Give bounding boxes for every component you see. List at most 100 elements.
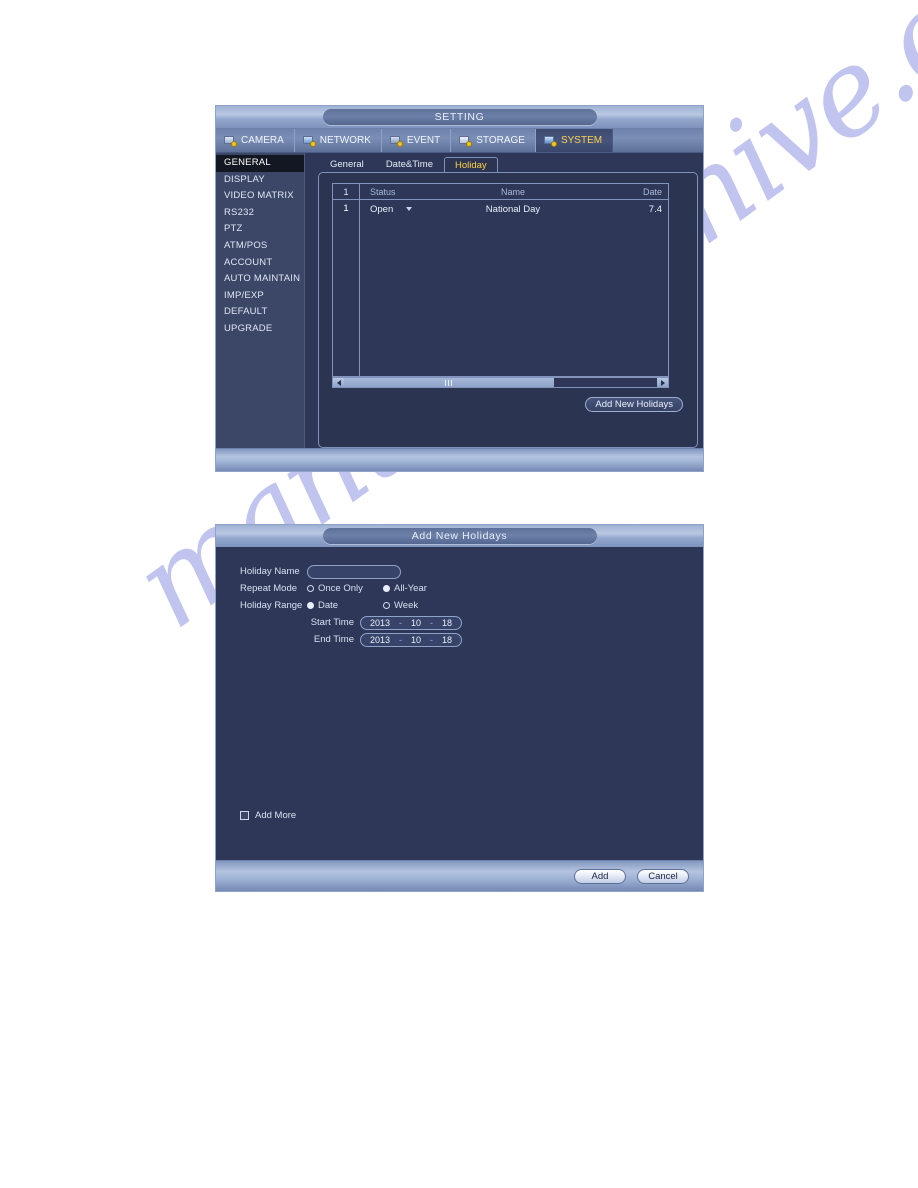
- radio-date[interactable]: Date: [307, 600, 383, 611]
- start-time-year[interactable]: 2013: [370, 618, 390, 628]
- sidebar-item-general[interactable]: GENERAL: [216, 155, 304, 172]
- sidebar-item-auto-maintain[interactable]: AUTO MAINTAIN: [216, 271, 304, 288]
- add-holidays-titlebar: Add New Holidays: [216, 525, 703, 548]
- sidebar-item-imp-exp[interactable]: IMP/EXP: [216, 288, 304, 305]
- camera-gear-icon: [224, 135, 237, 147]
- sidebar-item-default[interactable]: DEFAULT: [216, 304, 304, 321]
- holiday-range-label: Holiday Range: [240, 600, 303, 611]
- column-header-status: Status: [370, 186, 396, 197]
- tab-storage[interactable]: STORAGE: [451, 129, 536, 152]
- sidebar-item-account[interactable]: ACCOUNT: [216, 255, 304, 272]
- end-time-label: End Time: [313, 634, 354, 645]
- page-root: manualsarchive.com SETTING CAMERA NETWOR…: [0, 0, 918, 1188]
- holiday-panel: 1 Status Name Date 1 Open National Day 7…: [318, 172, 698, 448]
- add-more-label: Add More: [255, 810, 297, 821]
- end-time-sep-2: -: [430, 634, 434, 645]
- start-time-input[interactable]: 2013 - 10 - 18: [360, 615, 463, 630]
- add-button[interactable]: Add: [574, 868, 626, 884]
- radio-date-label: Date: [318, 600, 339, 611]
- add-new-holidays-button[interactable]: Add New Holidays: [585, 397, 683, 412]
- radio-once-only[interactable]: Once Only: [307, 583, 383, 594]
- setting-content: General Date&Time Holiday 1 Status Name …: [305, 153, 703, 454]
- end-time-month[interactable]: 10: [411, 635, 421, 645]
- tab-event[interactable]: EVENT: [382, 129, 452, 152]
- setting-body: GENERAL DISPLAY VIDEO MATRIX RS232 PTZ A…: [216, 153, 703, 454]
- system-gear-icon: [543, 135, 557, 147]
- radio-all-year[interactable]: All-Year: [383, 583, 427, 594]
- tab-event-label: EVENT: [406, 135, 441, 146]
- sidebar-item-rs232[interactable]: RS232: [216, 205, 304, 222]
- tab-holiday[interactable]: Holiday: [443, 157, 498, 172]
- radio-all-year-label: All-Year: [394, 583, 427, 594]
- start-time-row: Start Time 2013 - 10 - 18: [287, 614, 703, 631]
- radio-all-year-dot-icon: [383, 585, 390, 592]
- column-header-date: Date: [642, 186, 662, 197]
- radio-date-dot-icon: [307, 602, 314, 609]
- row-index: 1: [333, 200, 360, 380]
- end-time-day[interactable]: 18: [442, 635, 452, 645]
- radio-week-dot-icon: [383, 602, 390, 609]
- start-time-day[interactable]: 18: [442, 618, 452, 628]
- table-row[interactable]: 1 Open National Day 7.4: [333, 200, 668, 380]
- row-status-value: Open: [370, 203, 394, 215]
- sidebar-item-upgrade[interactable]: UPGRADE: [216, 321, 304, 338]
- start-time-month[interactable]: 10: [411, 618, 421, 628]
- radio-week-label: Week: [394, 600, 419, 611]
- radio-once-only-dot-icon: [307, 585, 314, 592]
- add-more-checkbox[interactable]: [240, 811, 249, 820]
- sidebar: GENERAL DISPLAY VIDEO MATRIX RS232 PTZ A…: [216, 153, 305, 454]
- column-header-index: 1: [333, 184, 360, 199]
- end-time-sep-1: -: [399, 634, 403, 645]
- holiday-name-input[interactable]: [307, 564, 401, 579]
- end-time-input[interactable]: 2013 - 10 - 18: [360, 632, 463, 647]
- add-holidays-footer: Add Cancel: [216, 860, 703, 891]
- holiday-name-row: Holiday Name: [240, 563, 703, 580]
- page-title: SETTING: [322, 109, 597, 125]
- sidebar-item-ptz[interactable]: PTZ: [216, 221, 304, 238]
- repeat-mode-label: Repeat Mode: [240, 583, 298, 594]
- chevron-down-icon[interactable]: [406, 207, 413, 211]
- tab-storage-label: STORAGE: [476, 135, 525, 146]
- radio-once-only-label: Once Only: [318, 583, 363, 594]
- tab-date-time[interactable]: Date&Time: [375, 157, 444, 172]
- cancel-button[interactable]: Cancel: [637, 868, 689, 884]
- start-time-sep-1: -: [399, 617, 403, 628]
- sub-tabs: General Date&Time Holiday: [305, 155, 703, 172]
- tab-camera[interactable]: CAMERA: [216, 129, 295, 152]
- repeat-mode-row: Repeat Mode Once Only All-Year: [240, 580, 703, 597]
- tab-network[interactable]: NETWORK: [295, 129, 382, 152]
- sidebar-item-atm-pos[interactable]: ATM/POS: [216, 238, 304, 255]
- event-gear-icon: [389, 135, 403, 147]
- sidebar-item-display[interactable]: DISPLAY: [216, 172, 304, 189]
- start-time-label: Start Time: [310, 617, 354, 628]
- scroll-right-arrow-icon[interactable]: [657, 378, 668, 387]
- holiday-name-label: Holiday Name: [240, 566, 300, 577]
- tab-system-label: SYSTEM: [560, 135, 603, 146]
- sidebar-item-video-matrix[interactable]: VIDEO MATRIX: [216, 188, 304, 205]
- radio-week[interactable]: Week: [383, 600, 418, 611]
- add-holidays-title: Add New Holidays: [322, 528, 597, 544]
- add-more-row[interactable]: Add More: [240, 810, 296, 821]
- row-status-dropdown[interactable]: Open: [360, 200, 456, 218]
- table-header-row: 1 Status Name Date: [333, 184, 668, 200]
- scroll-left-arrow-icon[interactable]: [333, 378, 344, 387]
- start-time-sep-2: -: [430, 617, 434, 628]
- add-holidays-window: Add New Holidays Holiday Name Repeat Mod…: [215, 524, 704, 892]
- scrollbar-thumb[interactable]: [344, 378, 554, 387]
- scrollbar-track[interactable]: [344, 378, 657, 387]
- tab-system[interactable]: SYSTEM: [535, 129, 614, 152]
- holiday-table: 1 Status Name Date 1 Open National Day 7…: [332, 183, 669, 380]
- end-time-year[interactable]: 2013: [370, 635, 390, 645]
- horizontal-scrollbar[interactable]: [332, 377, 669, 388]
- end-time-row: End Time 2013 - 10 - 18: [287, 631, 703, 648]
- column-header-name: Name: [500, 186, 525, 197]
- storage-gear-icon: [459, 135, 473, 147]
- tab-general[interactable]: General: [319, 157, 375, 172]
- main-menu-tabs: CAMERA NETWORK EVENT STORAGE SYSTEM: [216, 129, 703, 153]
- tab-camera-label: CAMERA: [241, 135, 284, 146]
- row-name: National Day: [485, 203, 541, 215]
- setting-titlebar: SETTING: [216, 106, 703, 129]
- add-holidays-form: Holiday Name Repeat Mode Once Only All-Y…: [216, 547, 703, 861]
- row-date: 7.4: [648, 203, 662, 215]
- network-gear-icon: [302, 135, 316, 147]
